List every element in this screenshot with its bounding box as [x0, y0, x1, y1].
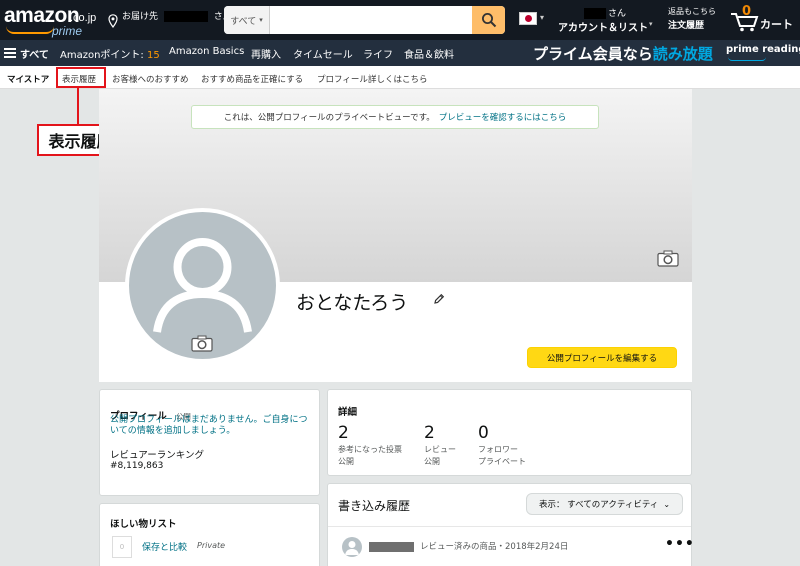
divider [328, 526, 691, 527]
activity-filter-dropdown[interactable]: 表示： すべてのアクティビティ ⌄ [526, 493, 683, 515]
prime-banner-highlight: 読み放題 [652, 45, 713, 63]
subnav-recommendations[interactable]: お客様へのおすすめ [112, 73, 189, 85]
stat-label: フォロワー [478, 445, 518, 454]
subnav-improve-recommendations[interactable]: おすすめ商品を正確にする [201, 73, 303, 85]
activity-card: 書き込み履歴 表示： すべてのアクティビティ ⌄ レビュー済みの商品・2018年… [327, 483, 695, 566]
nav-item-time-sale[interactable]: タイムセール [293, 46, 353, 61]
points-value: 15 [146, 50, 160, 61]
stat-value: 2 [338, 423, 349, 443]
user-silhouette-icon [345, 541, 359, 555]
amazon-logo[interactable]: amazon .co.jp prime [4, 4, 102, 38]
points-label: Amazonポイント: [60, 50, 144, 61]
smile-icon [728, 57, 766, 61]
redacted-name [584, 8, 606, 19]
stat-helpful-votes: 2 参考になった投票 公開 [338, 423, 402, 467]
search-category-label: すべて [230, 16, 257, 27]
stat-visibility: 公開 [338, 457, 354, 466]
annotation-highlight-box [56, 67, 106, 88]
prime-banner[interactable]: プライム会員なら読み放題 [533, 43, 713, 64]
caret-down-icon: ▾ [649, 20, 653, 28]
sub-nav: マイストア 表示履歴 お客様へのおすすめ おすすめ商品を正確にする プロフィール… [0, 66, 800, 89]
location-pin-icon [108, 14, 118, 28]
activity-meta: レビュー済みの商品・2018年2月24日 [420, 542, 569, 552]
cart-label: カート [760, 18, 793, 31]
edit-profile-button[interactable]: 公開プロフィールを編集する [527, 347, 677, 368]
hamburger-menu-icon[interactable] [4, 48, 16, 58]
details-card: 詳細 2 参考になった投票 公開 2 レビュー 公開 0 フォロワー プライベー… [327, 389, 692, 476]
search-button[interactable] [472, 6, 505, 34]
nav-item-food[interactable]: 食品＆飲料 [404, 46, 454, 61]
stat-visibility: 公開 [424, 457, 440, 466]
nav-points[interactable]: Amazonポイント: 15 [60, 46, 160, 61]
reviewer-ranking-label: レビュアーランキング [110, 450, 204, 461]
returns-and-orders[interactable]: 返品もこちら 注文履歴 [668, 6, 728, 34]
preview-banner: これは、公開プロフィールのプライベートビューです。 プレビューを確認するにはこち… [191, 105, 599, 129]
logo-tld: .co.jp [70, 12, 97, 24]
top-nav: amazon .co.jp prime お届け先 さん すべて ▾ ▾ さん ア… [0, 0, 800, 40]
wishlist-item-name[interactable]: 保存と比較 [142, 540, 187, 553]
subnav-profile[interactable]: プロフィール [317, 73, 368, 85]
jp-flag-icon[interactable] [519, 12, 537, 25]
nav-item-reorder[interactable]: 再購入 [251, 46, 281, 61]
reviewer-ranking-value: #8,119,863 [110, 461, 164, 471]
details-title: 詳細 [338, 407, 358, 418]
caret-down-icon: ▾ [259, 16, 263, 24]
camera-icon[interactable] [657, 250, 679, 267]
search-category-dropdown[interactable]: すべて ▾ [224, 6, 270, 34]
activity-filter-label: 表示： すべてのアクティビティ [538, 500, 659, 510]
nav-item-amazon-basics[interactable]: Amazon Basics [169, 46, 244, 57]
account-label: アカウント＆リスト [558, 23, 648, 34]
subnav-my-store[interactable]: マイストア [7, 73, 49, 85]
chevron-down-icon: ⌄ [663, 499, 671, 509]
preview-text: これは、公開プロフィールのプライベートビューです。 [223, 113, 435, 123]
search-input[interactable] [270, 6, 472, 34]
camera-icon[interactable] [191, 335, 213, 352]
wishlist-thumbnail[interactable]: 0 [112, 536, 132, 558]
avatar[interactable] [342, 537, 362, 557]
account-and-lists[interactable]: さん アカウント＆リスト ▾ [558, 6, 658, 34]
deliver-label: お届け先 [122, 12, 159, 22]
smile-icon [6, 26, 54, 34]
stat-value: 0 [478, 423, 489, 443]
cart-count: 0 [742, 4, 752, 19]
stat-value: 2 [424, 423, 435, 443]
cart[interactable]: 0 カート [730, 4, 796, 34]
search-icon [481, 13, 496, 28]
stat-reviews: 2 レビュー 公開 [424, 423, 456, 467]
add-profile-info-link[interactable]: 公開プロフィールはまだありません。ご自身についての情報を追加しましょう。 [110, 415, 310, 437]
account-greeting: さん [608, 9, 627, 19]
profile-info-card: プロフィール 公開 公開プロフィールはまだありません。ご自身についての情報を追加… [99, 389, 320, 496]
nav-all[interactable]: すべて [20, 46, 49, 61]
activity-title: 書き込み履歴 [338, 499, 411, 513]
logo-prime: prime [52, 24, 83, 38]
wishlist-privacy: Private [197, 541, 226, 550]
redacted-username [369, 542, 414, 552]
pencil-icon[interactable] [433, 293, 445, 305]
redacted-name [163, 11, 208, 22]
wishlist-title: ほしい物リスト [110, 519, 177, 530]
main-nav: すべて Amazonポイント: 15 Amazon Basics 再購入 タイム… [0, 40, 800, 66]
prime-reading-logo[interactable]: prime reading [726, 44, 800, 55]
stat-visibility: プライベート [478, 457, 526, 466]
more-options-icon[interactable]: ••• [665, 536, 695, 552]
preview-link[interactable]: プレビューを確認するにはこちら [439, 111, 567, 123]
prime-banner-main: プライム会員なら [533, 45, 653, 63]
stat-followers: 0 フォロワー プライベート [478, 423, 526, 467]
stat-label: レビュー [424, 445, 456, 454]
annotation-line [77, 88, 79, 125]
caret-down-icon: ▾ [540, 13, 545, 22]
deliver-to[interactable]: お届け先 さん [106, 6, 232, 34]
subnav-learn-more[interactable]: 詳しくはこちら [368, 73, 428, 85]
orders-line1: 返品もこちら [668, 7, 716, 16]
search-bar: すべて ▾ [224, 6, 505, 34]
nav-item-life[interactable]: ライフ [363, 46, 393, 61]
profile-name: おとなたろう [296, 292, 409, 314]
orders-line2: 注文履歴 [668, 21, 705, 31]
wishlist-card: ほしい物リスト 0 保存と比較 Private [99, 503, 320, 566]
stat-label: 参考になった投票 [338, 445, 402, 454]
